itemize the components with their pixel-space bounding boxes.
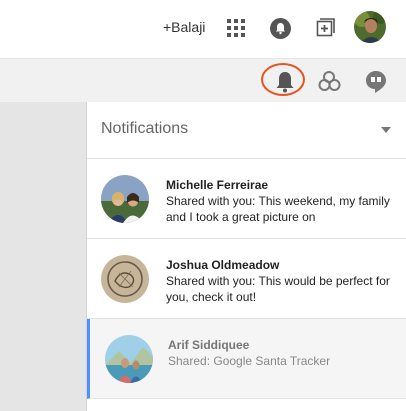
apps-grid-icon[interactable]	[227, 19, 245, 37]
top-bar: +Balaji	[0, 0, 406, 58]
notification-sender: Michelle Ferreirae	[166, 178, 269, 192]
notification-item[interactable]: Joshua Oldmeadow Shared with you: This w…	[87, 239, 406, 319]
chevron-down-icon[interactable]	[381, 127, 391, 133]
notification-text: Shared with you: This weekend, my family…	[166, 194, 390, 224]
notification-item[interactable]: Michelle Ferreirae Shared with you: This…	[87, 159, 406, 239]
notification-sender: Arif Siddiquee	[168, 338, 250, 352]
notifications-header[interactable]: Notifications	[87, 102, 406, 159]
share-plus-icon[interactable]	[316, 17, 336, 37]
notifications-bell-icon[interactable]	[270, 18, 291, 39]
highlight-circle	[261, 63, 305, 96]
notifications-panel: Notifications Michelle Ferreirae Shared …	[86, 102, 406, 411]
notification-sender: Joshua Oldmeadow	[166, 258, 280, 272]
notifications-title: Notifications	[101, 120, 189, 137]
notification-text: Shared: Google Santa Tracker	[168, 354, 331, 368]
avatar	[101, 175, 149, 223]
user-profile-link[interactable]: +Balaji	[163, 19, 205, 35]
hangouts-icon[interactable]	[365, 70, 387, 94]
account-avatar[interactable]	[354, 11, 386, 43]
page-background	[0, 102, 86, 411]
notification-text: Shared with you: This would be perfect f…	[166, 274, 390, 304]
circles-icon[interactable]	[318, 70, 342, 94]
avatar	[101, 255, 149, 303]
notification-item[interactable]: Arif Siddiquee Shared: Google Santa Trac…	[87, 319, 406, 399]
secondary-toolbar	[0, 58, 406, 103]
avatar	[105, 335, 153, 383]
